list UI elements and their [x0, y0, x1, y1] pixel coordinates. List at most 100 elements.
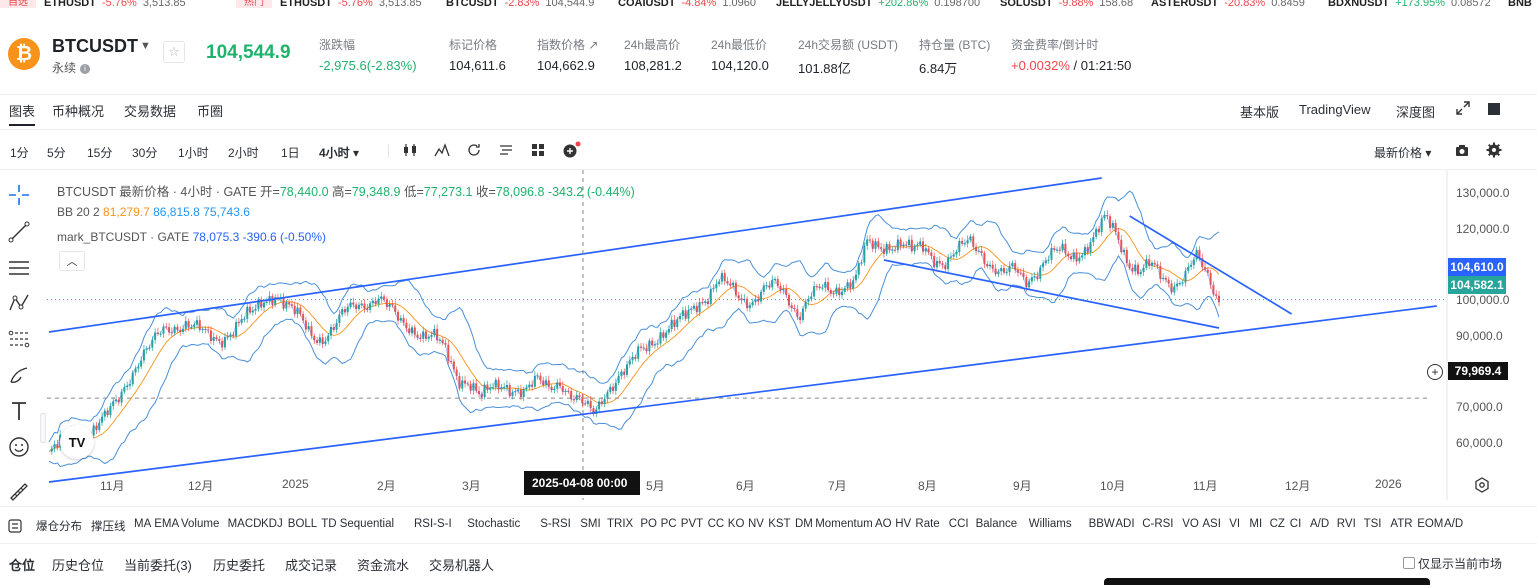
indicator-item[interactable]: MI	[1249, 518, 1262, 530]
layout-icon[interactable]	[1488, 103, 1500, 115]
emoji-icon[interactable]	[6, 434, 32, 460]
tab-trading-bots[interactable]: 交易机器人	[429, 555, 494, 574]
interval-1m[interactable]: 1分	[10, 144, 29, 161]
indicator-item[interactable]: KDJ	[261, 518, 283, 530]
tab-chart[interactable]: 图表	[9, 101, 36, 126]
indicator-item[interactable]: A/D	[1310, 518, 1329, 530]
indicator-item[interactable]: CCI	[949, 518, 969, 530]
chevron-up-icon[interactable]: ︿	[59, 251, 85, 271]
indicator-item[interactable]: RSI-S-I	[414, 518, 452, 530]
settings-icon[interactable]	[1474, 477, 1490, 496]
indicator-item[interactable]: NV	[748, 518, 764, 530]
indicator-item[interactable]: EMA	[154, 518, 179, 530]
indicator-item[interactable]: CC	[708, 518, 725, 530]
tab-trading-data[interactable]: 交易数据	[124, 101, 176, 120]
crosshair-icon[interactable]	[6, 182, 32, 208]
indicator-item[interactable]: HV	[895, 518, 911, 530]
ticker-item[interactable]: BTCUSDT -2.83% 104,544.9	[446, 0, 594, 8]
favorite-star-icon[interactable]: ☆	[163, 41, 185, 63]
indicator-item[interactable]: ASI	[1202, 518, 1221, 530]
gear-icon[interactable]	[1486, 142, 1502, 161]
indicator-item[interactable]: MACD	[228, 518, 262, 530]
interval-1h[interactable]: 1小时	[178, 144, 209, 161]
indicator-item[interactable]: TSI	[1364, 518, 1382, 530]
indicator-item[interactable]: 爆仓分布	[36, 518, 82, 534]
indicator-item[interactable]: BBW	[1089, 518, 1115, 530]
ticker-item[interactable]: SOLUSDT -9.88% 158.68	[1000, 0, 1133, 8]
tab-order-history[interactable]: 历史委托	[213, 555, 265, 574]
indicator-item[interactable]: KST	[768, 518, 790, 530]
ruler-icon[interactable]	[6, 479, 32, 505]
tab-open-orders[interactable]: 当前委托(3)	[124, 555, 192, 574]
indicator-item[interactable]: VO	[1182, 518, 1199, 530]
tab-funding-flow[interactable]: 资金流水	[357, 555, 409, 574]
tab-positions[interactable]: 仓位	[9, 555, 35, 574]
indicator-item[interactable]: CI	[1290, 518, 1302, 530]
price-type-select[interactable]: 最新价格 ▾	[1374, 144, 1431, 161]
indicator-item[interactable]: Momentum	[815, 518, 873, 530]
indicator-item[interactable]: TD Sequential	[321, 518, 394, 530]
interval-15m[interactable]: 15分	[87, 144, 112, 161]
tab-crypto-circle[interactable]: 币圈	[197, 101, 223, 120]
indicator-item[interactable]: ADI	[1115, 518, 1134, 530]
indicator-item[interactable]: SMI	[580, 518, 600, 530]
indicator-item[interactable]: CZ	[1270, 518, 1285, 530]
indicator-item[interactable]: Balance	[976, 518, 1018, 530]
indicator-item[interactable]: S-RSI	[540, 518, 571, 530]
stat-index-price[interactable]: 指数价格 ↗ 104,662.9	[537, 36, 598, 73]
interval-1d[interactable]: 1日	[281, 144, 300, 161]
tab-coin-overview[interactable]: 币种概况	[52, 101, 104, 120]
indicator-item[interactable]: PO	[640, 518, 657, 530]
indicator-item[interactable]: VI	[1229, 518, 1240, 530]
ticker-item[interactable]: BNB	[1508, 0, 1532, 8]
checkbox[interactable]	[1403, 557, 1415, 569]
grid-layout-icon[interactable]	[530, 142, 546, 161]
expand-icon[interactable]	[1456, 101, 1470, 118]
indicator-item[interactable]: Rate	[915, 518, 939, 530]
candle-type-icon[interactable]	[402, 142, 418, 161]
indicator-item[interactable]: Stochastic	[467, 518, 520, 530]
brush-icon[interactable]	[6, 362, 32, 388]
indicator-item[interactable]: BOLL	[288, 518, 317, 530]
fib-icon[interactable]	[6, 326, 32, 352]
interval-5m[interactable]: 5分	[47, 144, 66, 161]
panel-collapse-handle[interactable]	[40, 413, 46, 443]
symbol-selector[interactable]: BTCUSDT	[52, 36, 138, 57]
ticker-item[interactable]: JELLYJELLYUSDT +202.86% 0.198700	[776, 0, 980, 8]
view-tradingview[interactable]: TradingView	[1299, 102, 1371, 117]
info-icon[interactable]: i	[80, 63, 91, 74]
pattern-icon[interactable]	[6, 290, 32, 316]
indicator-item[interactable]: Williams	[1029, 518, 1072, 530]
text-icon[interactable]	[6, 398, 32, 424]
ticker-item[interactable]: BDXNUSDT +173.95% 0.08572	[1328, 0, 1491, 8]
indicator-item[interactable]: PC	[661, 518, 677, 530]
view-depth[interactable]: 深度图	[1396, 102, 1435, 121]
tab-trade-history[interactable]: 成交记录	[285, 555, 337, 574]
ticker-item[interactable]: 自选 ETHUSDT -5.76% 3,513.85	[0, 0, 186, 8]
indicator-icon[interactable]	[434, 142, 450, 161]
interval-30m[interactable]: 30分	[132, 144, 157, 161]
compare-icon[interactable]	[498, 142, 514, 161]
price-chart[interactable]	[47, 170, 1537, 500]
view-basic[interactable]: 基本版	[1240, 102, 1279, 121]
horizontal-lines-icon[interactable]	[6, 255, 32, 281]
add-alert-icon[interactable]: +	[1427, 364, 1443, 380]
ticker-item[interactable]: COAIUSDT -4.84% 1.0960	[618, 0, 756, 8]
ticker-item[interactable]: 热门 ETHUSDT -5.76% 3,513.85	[236, 0, 422, 8]
indicator-item[interactable]: A/D	[1444, 518, 1463, 530]
indicator-item[interactable]: EOM	[1417, 518, 1443, 530]
indicator-item[interactable]: KO	[728, 518, 745, 530]
indicator-item[interactable]: 撑压线	[91, 518, 126, 534]
tab-position-history[interactable]: 历史仓位	[52, 555, 104, 574]
indicator-item[interactable]: TRIX	[607, 518, 633, 530]
indicator-item[interactable]: Volume	[181, 518, 219, 530]
ticker-item[interactable]: ASTERUSDT -20.83% 0.8459	[1151, 0, 1305, 8]
indicator-item[interactable]: RVI	[1337, 518, 1356, 530]
indicator-item[interactable]: C-RSI	[1142, 518, 1173, 530]
replay-icon[interactable]	[466, 142, 482, 161]
indicator-list-icon[interactable]	[8, 519, 22, 535]
tradingview-logo-icon[interactable]: TV	[60, 425, 94, 459]
indicator-item[interactable]: DM	[795, 518, 813, 530]
trend-line-icon[interactable]	[6, 219, 32, 245]
interval-2h[interactable]: 2小时	[228, 144, 259, 161]
